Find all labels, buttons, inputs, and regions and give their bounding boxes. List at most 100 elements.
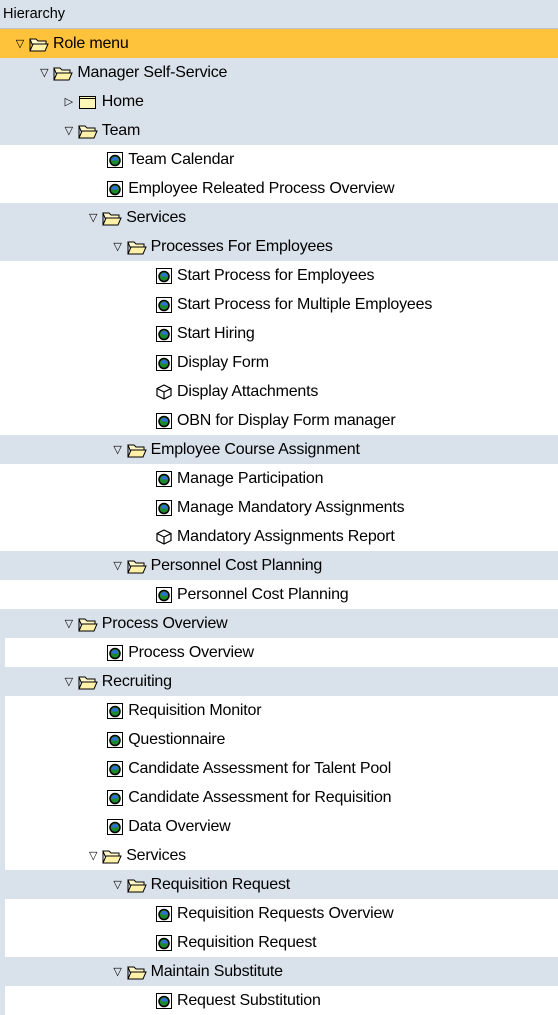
tree-row-team[interactable]: ▽ Team — [0, 116, 558, 145]
expand-triangle-icon[interactable]: ▽ — [60, 122, 78, 140]
expand-triangle-icon[interactable]: ▽ — [35, 64, 53, 82]
folder-open-icon — [78, 123, 98, 139]
folder-open-icon — [102, 848, 122, 864]
tree-row-start-hiring[interactable]: Start Hiring — [0, 319, 558, 348]
application-icon — [155, 586, 173, 604]
application-icon — [155, 992, 173, 1010]
expand-triangle-icon[interactable]: ▽ — [84, 847, 102, 865]
tree-row-requisition-request-folder[interactable]: ▽ Requisition Request — [0, 870, 558, 899]
indent-strip — [0, 841, 5, 870]
tree-node-label[interactable]: Display Attachments — [177, 383, 318, 401]
tree-node-label[interactable]: Maintain Substitute — [151, 963, 283, 981]
tree-row-request-substitution[interactable]: Request Substitution — [0, 986, 558, 1015]
expand-triangle-icon[interactable]: ▽ — [109, 441, 127, 459]
tree-row-obn-display-form-manager[interactable]: OBN for Display Form manager — [0, 406, 558, 435]
tree-node-label[interactable]: Display Form — [177, 354, 269, 372]
expand-triangle-icon[interactable]: ▽ — [109, 876, 127, 894]
tree-node-label[interactable]: Personnel Cost Planning — [151, 557, 323, 575]
indent-strip — [0, 899, 5, 928]
tree-node-label[interactable]: Requisition Request — [177, 934, 317, 952]
tree-node-label[interactable]: Requisition Monitor — [128, 702, 261, 720]
tree-row-manage-mandatory-assignments[interactable]: Manage Mandatory Assignments — [0, 493, 558, 522]
folder-open-icon — [126, 964, 147, 980]
tree-row-role-menu[interactable]: ▽ Role menu — [0, 29, 558, 58]
application-icon — [106, 818, 124, 836]
expand-triangle-icon[interactable]: ▽ — [109, 557, 127, 575]
tree-node-label[interactable]: Employee Releated Process Overview — [128, 180, 394, 198]
expand-triangle-icon[interactable]: ▽ — [109, 963, 127, 981]
tree-row-questionnaire[interactable]: Questionnaire — [0, 725, 558, 754]
expand-triangle-icon[interactable]: ▽ — [84, 209, 102, 227]
tree-node-label[interactable]: Mandatory Assignments Report — [177, 528, 395, 546]
expand-triangle-icon[interactable]: ▽ — [11, 35, 29, 53]
tree-node-label[interactable]: Services — [126, 847, 186, 865]
expand-triangle-icon[interactable]: ▽ — [109, 238, 127, 256]
tree-node-label[interactable]: Employee Course Assignment — [151, 441, 360, 459]
tree-node-label[interactable]: OBN for Display Form manager — [177, 412, 396, 430]
tree-node-label[interactable]: Manager Self-Service — [77, 64, 227, 82]
tree-row-processes-for-employees[interactable]: ▽ Processes For Employees — [0, 232, 558, 261]
tree-node-label[interactable]: Processes For Employees — [151, 238, 333, 256]
indent-strip — [0, 812, 5, 841]
tree-node-label[interactable]: Requisition Requests Overview — [177, 905, 394, 923]
application-icon — [155, 905, 173, 923]
tree-row-maintain-substitute[interactable]: ▽ Maintain Substitute — [0, 957, 558, 986]
tree-node-label[interactable]: Services — [126, 209, 186, 227]
tree-node-label[interactable]: Manage Mandatory Assignments — [177, 499, 405, 517]
collapse-triangle-icon[interactable]: ▷ — [60, 93, 78, 111]
tree-row-manager-self-service[interactable]: ▽ Manager Self-Service — [0, 58, 558, 87]
indent-strip — [0, 638, 5, 667]
tree-row-services-1[interactable]: ▽ Services — [0, 203, 558, 232]
tree-node-label[interactable]: Process Overview — [102, 615, 228, 633]
application-icon — [106, 180, 124, 198]
tree-row-process-overview-folder[interactable]: ▽ Process Overview — [0, 609, 558, 638]
expand-triangle-icon[interactable]: ▽ — [60, 615, 78, 633]
tree-node-label[interactable]: Manage Participation — [177, 470, 324, 488]
tree-row-personnel-cost-planning-app[interactable]: Personnel Cost Planning — [0, 580, 558, 609]
tree-node-label[interactable]: Role menu — [53, 35, 129, 53]
tree-node-label[interactable]: Request Substitution — [177, 992, 321, 1010]
tree-node-label[interactable]: Start Process for Multiple Employees — [177, 296, 432, 314]
tree-row-display-attachments[interactable]: Display Attachments — [0, 377, 558, 406]
tree-row-employee-releated-process-overview[interactable]: Employee Releated Process Overview — [0, 174, 558, 203]
tree-node-label[interactable]: Home — [102, 93, 144, 111]
tree-node-label[interactable]: Candidate Assessment for Talent Pool — [128, 760, 391, 778]
tree-row-services-2[interactable]: ▽ Services — [0, 841, 558, 870]
tree-node-label[interactable]: Questionnaire — [128, 731, 225, 749]
tree-row-requisition-requests-overview[interactable]: Requisition Requests Overview — [0, 899, 558, 928]
tree-row-start-process-for-employees[interactable]: Start Process for Employees — [0, 261, 558, 290]
tree-row-requisition-monitor[interactable]: Requisition Monitor — [0, 696, 558, 725]
tree-node-label[interactable]: Start Process for Employees — [177, 267, 375, 285]
tree-row-candidate-assessment-requisition[interactable]: Candidate Assessment for Requisition — [0, 783, 558, 812]
tree-row-manage-participation[interactable]: Manage Participation — [0, 464, 558, 493]
tree-node-label[interactable]: Team — [102, 122, 141, 140]
indent-strip — [0, 986, 5, 1015]
tree-node-label[interactable]: Recruiting — [102, 673, 172, 691]
application-icon — [155, 412, 173, 430]
folder-open-icon — [126, 558, 147, 574]
tree-row-mandatory-assignments-report[interactable]: Mandatory Assignments Report — [0, 522, 558, 551]
tree-node-label[interactable]: Team Calendar — [128, 151, 234, 169]
tree-row-employee-course-assignment[interactable]: ▽ Employee Course Assignment — [0, 435, 558, 464]
tree-row-process-overview-app[interactable]: Process Overview — [0, 638, 558, 667]
tree-node-label[interactable]: Process Overview — [128, 644, 254, 662]
tree-row-personnel-cost-planning-folder[interactable]: ▽ Personnel Cost Planning — [0, 551, 558, 580]
tree-row-team-calendar[interactable]: Team Calendar — [0, 145, 558, 174]
tree-row-data-overview[interactable]: Data Overview — [0, 812, 558, 841]
application-icon — [155, 296, 173, 314]
tree-row-recruiting[interactable]: ▽ Recruiting — [0, 667, 558, 696]
tree-row-start-process-multiple[interactable]: Start Process for Multiple Employees — [0, 290, 558, 319]
tree-node-label[interactable]: Personnel Cost Planning — [177, 586, 349, 604]
cube-icon — [155, 383, 173, 401]
tree-row-home[interactable]: ▷ Home — [0, 87, 558, 116]
tree-row-requisition-request-app[interactable]: Requisition Request — [0, 928, 558, 957]
application-icon — [155, 354, 173, 372]
tree-node-label[interactable]: Data Overview — [128, 818, 231, 836]
folder-icon — [78, 94, 98, 110]
tree-node-label[interactable]: Requisition Request — [151, 876, 291, 894]
tree-row-display-form[interactable]: Display Form — [0, 348, 558, 377]
tree-node-label[interactable]: Start Hiring — [177, 325, 255, 343]
tree-node-label[interactable]: Candidate Assessment for Requisition — [128, 789, 391, 807]
expand-triangle-icon[interactable]: ▽ — [60, 673, 78, 691]
tree-row-candidate-assessment-talent-pool[interactable]: Candidate Assessment for Talent Pool — [0, 754, 558, 783]
